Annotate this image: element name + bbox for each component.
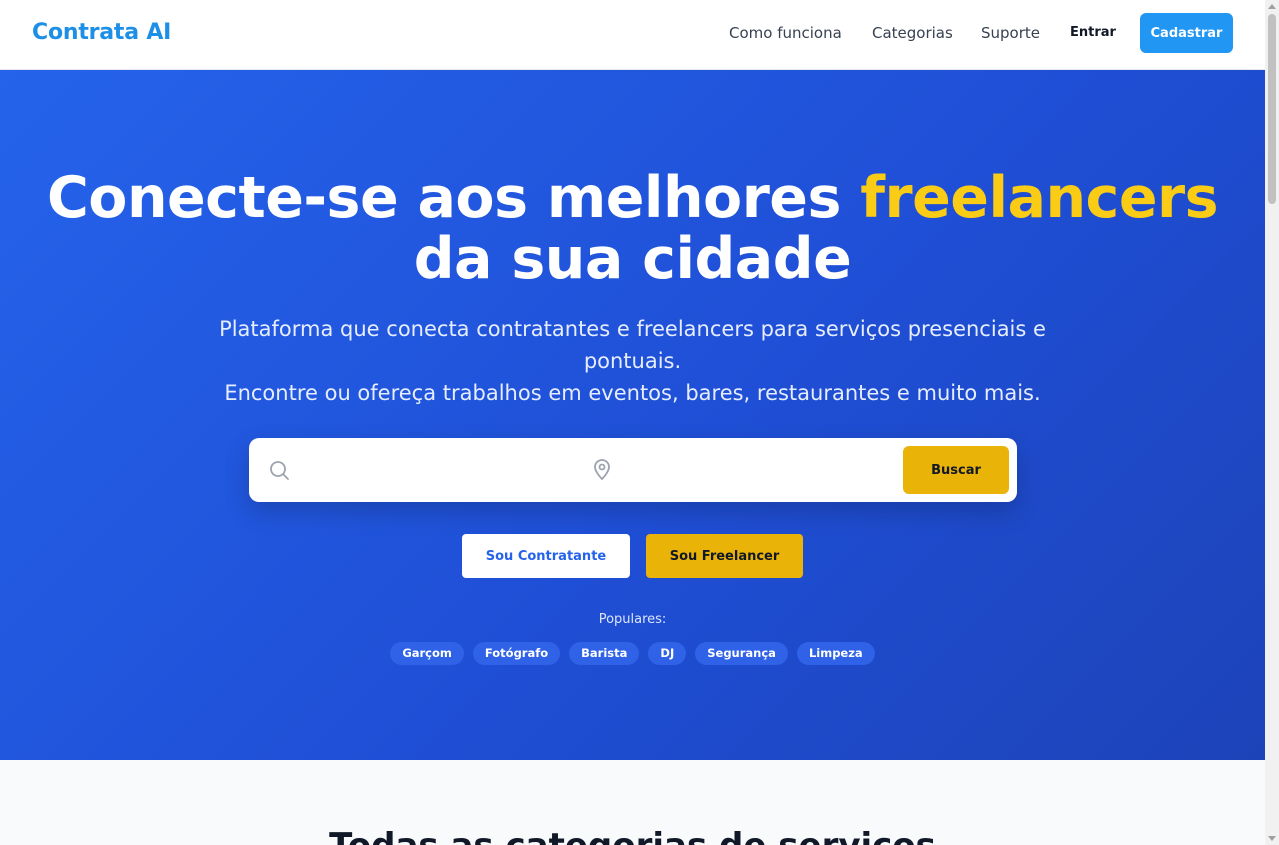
hero-subtitle-line1: Plataforma que conecta contratantes e fr… (219, 317, 1046, 373)
hero-subtitle: Plataforma que conecta contratantes e fr… (202, 313, 1063, 409)
tag-fotografo[interactable]: Fotógrafo (472, 642, 561, 665)
scrollbar[interactable] (1265, 0, 1279, 845)
tag-garcom[interactable]: Garçom (390, 642, 464, 665)
freelancer-button[interactable]: Sou Freelancer (646, 534, 803, 578)
hero-title-start: Conecte-se aos melhores (46, 165, 861, 231)
navbar: Contrata AI Como funciona Categorias Sup… (0, 0, 1265, 70)
search-input[interactable] (299, 452, 569, 488)
logo[interactable]: Contrata AI (32, 20, 171, 45)
nav-como-funciona[interactable]: Como funciona (729, 24, 842, 42)
hero-section: Conecte-se aos melhores freelancers da s… (0, 70, 1265, 760)
scroll-up-arrow-icon[interactable] (1268, 4, 1276, 9)
scroll-down-arrow-icon[interactable] (1268, 836, 1276, 841)
signup-button[interactable]: Cadastrar (1140, 13, 1233, 53)
tag-barista[interactable]: Barista (569, 642, 640, 665)
map-pin-icon (591, 457, 613, 481)
hero-subtitle-line2: Encontre ou ofereça trabalhos em eventos… (224, 381, 1041, 405)
categories-title: Todas as categorias de serviços (0, 826, 1265, 845)
scroll-thumb[interactable] (1268, 14, 1276, 204)
tag-limpeza[interactable]: Limpeza (796, 642, 875, 665)
nav-categorias[interactable]: Categorias (872, 24, 953, 42)
location-input[interactable] (621, 452, 891, 488)
tag-seguranca[interactable]: Segurança (695, 642, 788, 665)
hero-title-end: da sua cidade (413, 226, 852, 292)
search-button[interactable]: Buscar (903, 446, 1009, 494)
search-bar: Buscar (249, 438, 1017, 502)
popular-tags: Garçom Fotógrafo Barista DJ Segurança Li… (0, 642, 1265, 665)
login-link[interactable]: Entrar (1070, 25, 1116, 40)
nav-suporte[interactable]: Suporte (981, 24, 1040, 42)
tag-dj[interactable]: DJ (648, 642, 687, 665)
popular-label: Populares: (598, 612, 667, 627)
categories-section: Todas as categorias de serviços (0, 760, 1265, 845)
contratante-button[interactable]: Sou Contratante (462, 534, 630, 578)
hero-title: Conecte-se aos melhores freelancers da s… (0, 168, 1265, 290)
search-icon (267, 458, 291, 482)
hero-title-highlight: freelancers (860, 165, 1219, 231)
